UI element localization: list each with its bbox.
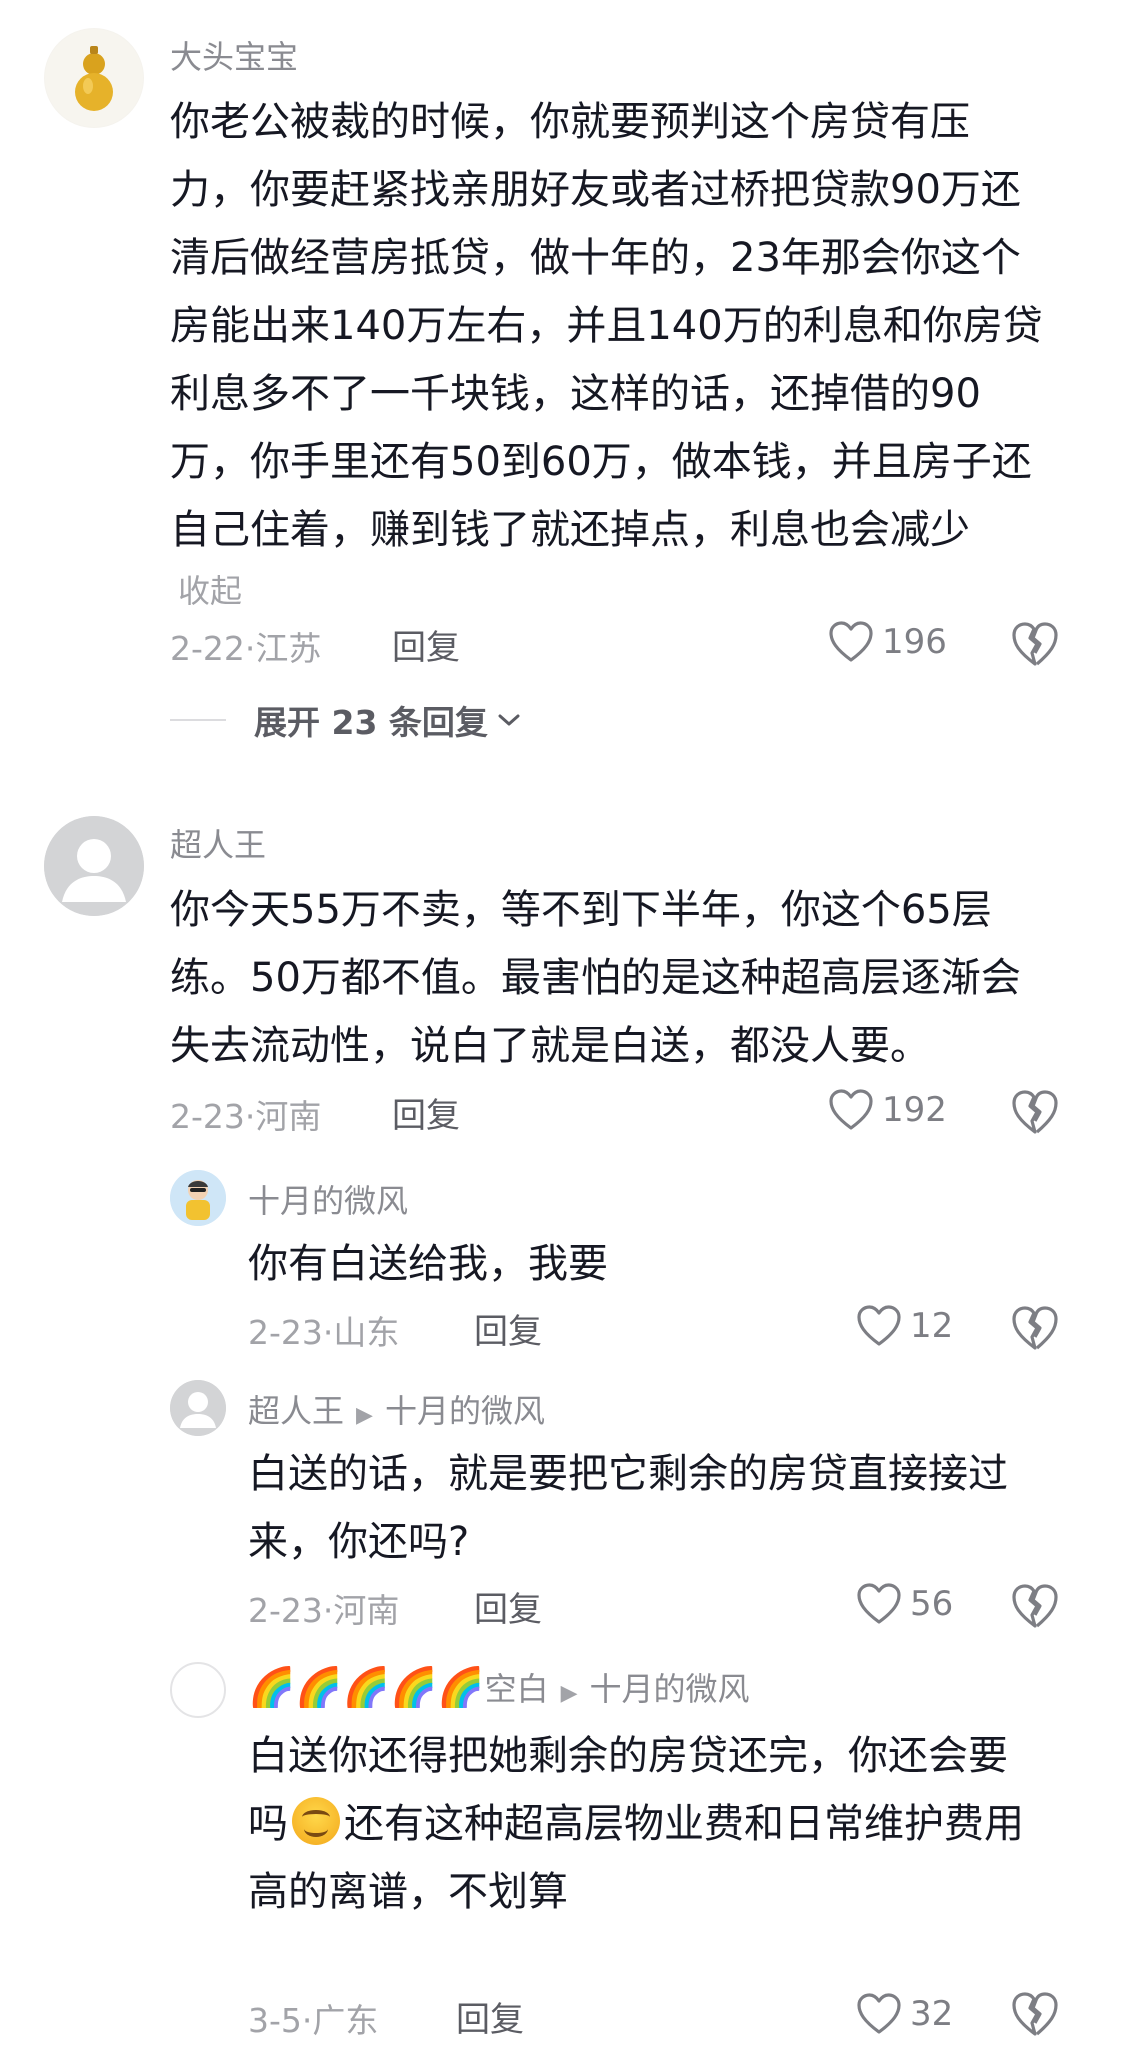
rainbow-emoji-icon: 🌈🌈🌈🌈🌈 [248,1665,485,1709]
reply-meta: 2-23·河南 [248,1591,400,1630]
dislike-broken-heart-icon[interactable] [1010,1582,1060,1630]
collapse-link[interactable]: 收起 [178,566,242,612]
cartoon-avatar-icon [170,1170,226,1226]
reply-text-segment: 还有这种超高层物业费和日常维护费用 [344,1801,1024,1847]
reply-text-line: 高的离谱，不划算 [248,1869,568,1915]
heart-icon [857,1583,901,1624]
reply-target-username[interactable]: 十月的微风 [385,1392,545,1430]
heart-icon [857,1305,901,1346]
like-count: 32 [910,1994,954,2034]
reply-meta: 2-23·山东 [248,1313,400,1352]
like-count: 196 [882,622,947,662]
divider-line [170,719,226,721]
reply-to-arrow-icon: ▶ [356,1403,373,1428]
smile-emoji-icon [292,1797,340,1845]
dislike-broken-heart-icon[interactable] [1010,1990,1060,2038]
expand-replies-button[interactable]: 展开 23 条回复 [170,696,522,744]
default-user-icon [44,816,144,916]
like-count: 56 [910,1584,954,1624]
reply-text-segment: 吗 [248,1801,288,1847]
avatar[interactable] [170,1662,226,1718]
comment-meta: 2-22·江苏 [170,629,322,668]
reply-header: 🌈🌈🌈🌈🌈空白 ▶ 十月的微风 [248,1664,750,1710]
avatar[interactable] [44,816,144,916]
comment-meta: 2-23·河南 [170,1097,322,1136]
reply-meta: 3-5·广东 [248,2001,379,2040]
gourd-avatar-icon [45,29,143,127]
expand-replies-label: 展开 23 条回复 [254,703,488,742]
like-button[interactable]: 56 [856,1576,953,1632]
chevron-down-icon [498,714,520,726]
reply-target-username[interactable]: 十月的微风 [590,1670,750,1708]
reply-text-line: 白送你还得把她剩余的房贷还完，你还会要 [248,1733,1008,1779]
reply-username[interactable]: 十月的微风 [248,1176,408,1222]
dislike-broken-heart-icon[interactable] [1010,1304,1060,1352]
reply-to-arrow-icon: ▶ [560,1681,578,1706]
reply-button[interactable]: 回复 [474,1304,542,1353]
heart-icon [857,1993,901,2034]
reply-text: 你有白送给我，我要 [248,1241,608,1287]
like-button[interactable]: 192 [828,1082,947,1138]
default-user-icon [170,1380,226,1436]
heart-icon [829,621,873,662]
dislike-broken-heart-icon[interactable] [1010,620,1060,668]
reply-username[interactable]: 空白 [485,1670,549,1708]
avatar[interactable] [44,28,144,128]
comment-text: 你今天55万不卖，等不到下半年，你这个65层 练。50万都不值。最害怕的是这种超… [170,887,1021,1069]
reply-button[interactable]: 回复 [474,1582,542,1631]
like-count: 192 [882,1090,947,1130]
like-button[interactable]: 12 [856,1298,953,1354]
reply-button[interactable]: 回复 [392,1088,460,1137]
avatar[interactable] [170,1380,226,1436]
comment-username[interactable]: 大头宝宝 [170,32,298,78]
reply-text: 白送你还得把她剩余的房贷还完，你还会要 吗 还有这种超高层物业费和日常维护费用 高… [248,1722,1088,1926]
reply-button[interactable]: 回复 [392,620,460,669]
reply-text: 白送的话，就是要把它剩余的房贷直接接过 来，你还吗? [248,1451,1008,1565]
dislike-broken-heart-icon[interactable] [1010,1088,1060,1136]
like-count: 12 [910,1306,954,1346]
reply-header: 超人王 ▶ 十月的微风 [248,1386,545,1432]
like-button[interactable]: 32 [856,1986,953,2042]
reply-text-line: 吗 还有这种超高层物业费和日常维护费用 [248,1790,1088,1858]
avatar[interactable] [170,1170,226,1226]
heart-icon [829,1089,873,1130]
reply-username[interactable]: 超人王 [248,1392,344,1430]
reply-button[interactable]: 回复 [456,1992,524,2041]
like-button[interactable]: 196 [828,614,947,670]
comment-text: 你老公被裁的时候，你就要预判这个房贷有压 力，你要赶紧找亲朋好友或者过桥把贷款9… [170,99,1043,553]
comment-username[interactable]: 超人王 [170,820,266,866]
